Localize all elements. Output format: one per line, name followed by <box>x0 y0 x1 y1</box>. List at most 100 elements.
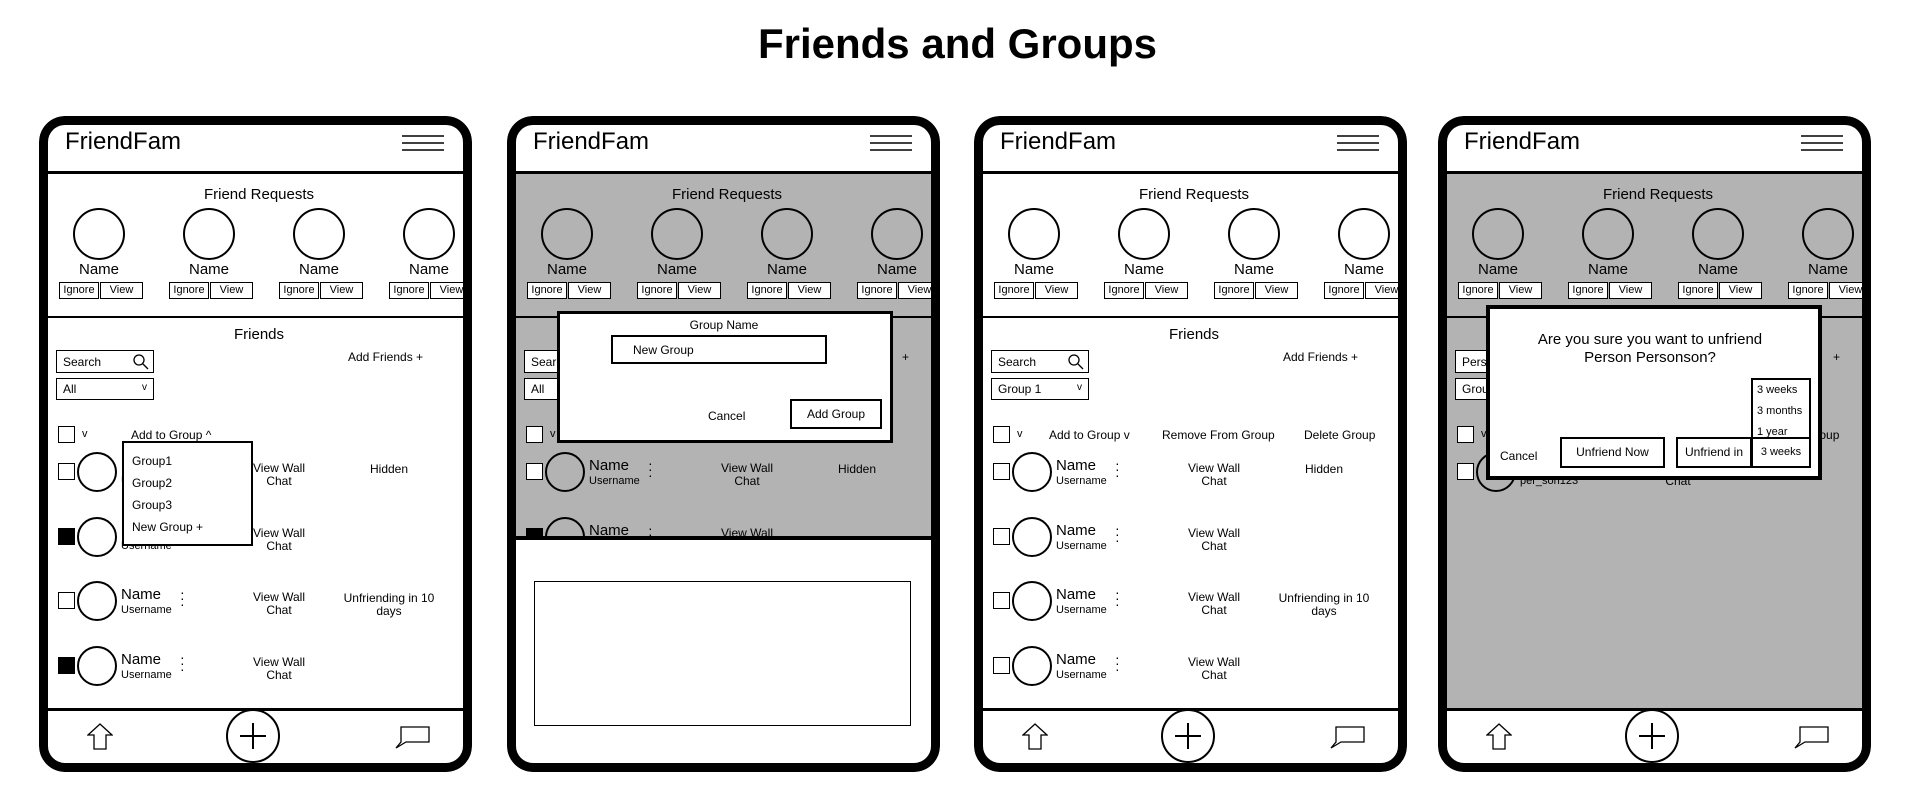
chat-link[interactable]: Chat <box>266 475 291 488</box>
bulk-action-0[interactable]: Add to Group ^ <box>131 428 211 442</box>
ignore-button[interactable]: Ignore <box>1214 282 1254 299</box>
ignore-button[interactable]: Ignore <box>389 282 429 299</box>
friend-avatar[interactable] <box>1012 517 1052 557</box>
request-avatar[interactable] <box>403 208 455 260</box>
request-avatar[interactable] <box>871 208 923 260</box>
friend-name[interactable]: Name <box>1056 586 1096 603</box>
request-avatar[interactable] <box>1692 208 1744 260</box>
ignore-button[interactable]: Ignore <box>279 282 319 299</box>
friend-avatar[interactable] <box>77 517 117 557</box>
vertical-dots-icon[interactable]: ··· <box>1115 650 1120 676</box>
duration-select[interactable]: 3 weeks <box>1751 437 1811 468</box>
vertical-dots-icon[interactable]: ··· <box>648 456 653 482</box>
search-icon[interactable] <box>1068 354 1084 372</box>
group-filter-select[interactable]: Group 1 v <box>991 378 1089 400</box>
bulk-action-0[interactable]: Add to Group v <box>1049 428 1130 442</box>
add-friends-link[interactable]: Add Friends + <box>1283 350 1358 364</box>
ignore-button[interactable]: Ignore <box>59 282 99 299</box>
chat-link[interactable]: Chat <box>266 669 291 682</box>
friend-avatar[interactable] <box>77 581 117 621</box>
plus-icon[interactable] <box>1161 709 1215 768</box>
friend-avatar[interactable] <box>545 452 585 492</box>
friend-name[interactable]: Name <box>121 586 161 603</box>
group-option[interactable]: Group1 <box>132 450 243 472</box>
ignore-button[interactable]: Ignore <box>637 282 677 299</box>
friend-avatar[interactable] <box>545 517 585 536</box>
bulk-action-1[interactable]: Remove From Group <box>1162 428 1275 442</box>
row-checkbox[interactable] <box>526 463 543 480</box>
request-avatar[interactable] <box>651 208 703 260</box>
chat-link[interactable]: Chat <box>266 540 291 553</box>
duration-option[interactable]: 3 months <box>1757 401 1809 422</box>
home-icon[interactable] <box>1485 723 1513 755</box>
plus-icon[interactable] <box>1625 709 1679 768</box>
vertical-dots-icon[interactable]: ··· <box>1115 521 1120 547</box>
request-avatar[interactable] <box>1582 208 1634 260</box>
view-button[interactable]: View <box>100 282 143 299</box>
search-input[interactable]: Search <box>56 350 154 373</box>
ignore-button[interactable]: Ignore <box>1788 282 1828 299</box>
view-wall-link[interactable]: View Wall <box>721 527 773 537</box>
friend-name[interactable]: Name <box>589 522 629 536</box>
friend-name[interactable]: Name <box>1056 651 1096 668</box>
ignore-button[interactable]: Ignore <box>1458 282 1498 299</box>
search-icon[interactable] <box>133 354 149 372</box>
group-option[interactable]: Group3 <box>132 494 243 516</box>
home-icon[interactable] <box>1021 723 1049 755</box>
request-avatar[interactable] <box>293 208 345 260</box>
row-checkbox[interactable] <box>58 528 75 545</box>
ignore-button[interactable]: Ignore <box>1104 282 1144 299</box>
ignore-button[interactable]: Ignore <box>1324 282 1364 299</box>
plus-icon[interactable] <box>226 709 280 768</box>
friend-name[interactable]: Name <box>589 457 629 474</box>
select-all-caret[interactable]: v <box>550 428 556 440</box>
chat-link[interactable]: Chat <box>1201 475 1226 488</box>
add-friends-link[interactable]: + <box>1833 350 1840 364</box>
ignore-button[interactable]: Ignore <box>1568 282 1608 299</box>
view-button[interactable]: View <box>898 282 940 299</box>
duration-option[interactable]: 3 weeks <box>1757 380 1809 401</box>
request-avatar[interactable] <box>1008 208 1060 260</box>
select-all-checkbox[interactable] <box>993 426 1010 443</box>
row-checkbox[interactable] <box>58 657 75 674</box>
hamburger-icon[interactable] <box>402 134 444 157</box>
add-friends-link[interactable]: + <box>902 350 909 364</box>
vertical-dots-icon[interactable]: ··· <box>648 521 653 536</box>
view-button[interactable]: View <box>430 282 472 299</box>
chat-link[interactable]: Chat <box>1201 669 1226 682</box>
cancel-button[interactable]: Cancel <box>708 409 745 423</box>
view-button[interactable]: View <box>1829 282 1871 299</box>
group-option[interactable]: Group2 <box>132 472 243 494</box>
select-all-caret[interactable]: v <box>1017 428 1023 440</box>
chat-link[interactable]: Chat <box>734 475 759 488</box>
unfriend-now-button[interactable]: Unfriend Now <box>1560 437 1665 468</box>
select-all-checkbox[interactable] <box>58 426 75 443</box>
request-avatar[interactable] <box>1802 208 1854 260</box>
request-avatar[interactable] <box>1228 208 1280 260</box>
view-button[interactable]: View <box>568 282 611 299</box>
row-checkbox[interactable] <box>58 592 75 609</box>
view-button[interactable]: View <box>1719 282 1762 299</box>
request-avatar[interactable] <box>1338 208 1390 260</box>
request-avatar[interactable] <box>1472 208 1524 260</box>
request-avatar[interactable] <box>1118 208 1170 260</box>
ignore-button[interactable]: Ignore <box>527 282 567 299</box>
ignore-button[interactable]: Ignore <box>1678 282 1718 299</box>
cancel-button[interactable]: Cancel <box>1500 449 1537 463</box>
row-checkbox[interactable] <box>58 463 75 480</box>
ignore-button[interactable]: Ignore <box>994 282 1034 299</box>
group-option[interactable]: New Group + <box>132 516 243 538</box>
request-avatar[interactable] <box>761 208 813 260</box>
row-checkbox[interactable] <box>1457 463 1474 480</box>
request-avatar[interactable] <box>183 208 235 260</box>
select-all-checkbox[interactable] <box>526 426 543 443</box>
view-button[interactable]: View <box>1609 282 1652 299</box>
text-input-area[interactable] <box>534 581 911 726</box>
row-checkbox[interactable] <box>993 528 1010 545</box>
view-button[interactable]: View <box>678 282 721 299</box>
friend-name[interactable]: Name <box>121 651 161 668</box>
view-button[interactable]: View <box>1035 282 1078 299</box>
friend-avatar[interactable] <box>1012 581 1052 621</box>
ignore-button[interactable]: Ignore <box>169 282 209 299</box>
select-all-caret[interactable]: v <box>82 428 88 440</box>
